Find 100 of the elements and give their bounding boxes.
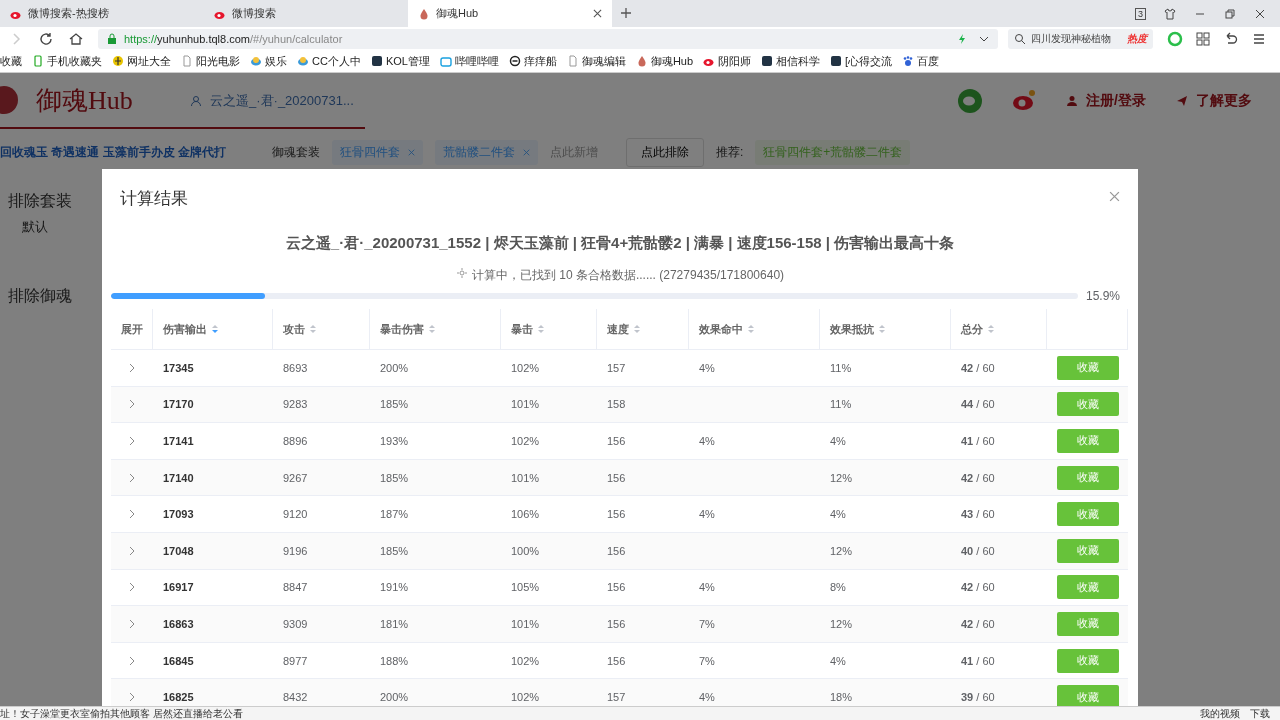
search-icon <box>1014 32 1026 45</box>
bookmark[interactable]: 阴阳师 <box>703 53 752 69</box>
chevron-icon[interactable] <box>127 362 137 373</box>
sort-icon[interactable] <box>747 323 755 335</box>
column-header[interactable]: 效果命中 <box>699 321 743 337</box>
bookmark[interactable]: CC个人中 <box>297 53 361 69</box>
table-cell-text: 156 <box>606 617 627 630</box>
square-icon <box>830 55 843 67</box>
bookmark[interactable]: 网址大全 <box>112 53 171 69</box>
sort-icon[interactable] <box>211 323 219 335</box>
column-header[interactable]: 效果抵抗 <box>830 321 874 337</box>
table-cell-text: 17048 <box>162 544 195 557</box>
bookmark[interactable]: 痒痒船 <box>508 53 557 69</box>
column-header[interactable]: 暴击 <box>511 321 533 337</box>
browser-tab[interactable]: 微博搜索-热搜榜 <box>0 0 204 27</box>
sort-icon[interactable] <box>428 323 436 335</box>
tab-count[interactable]: 3 <box>1135 7 1146 20</box>
sort-icon[interactable] <box>309 323 317 335</box>
folder-item[interactable]: 默认 <box>22 218 48 236</box>
table-cell-text: 157 <box>606 361 627 374</box>
bookmark[interactable]: 阳光电影 <box>181 53 240 69</box>
bookmark[interactable]: 御魂Hub <box>635 53 694 69</box>
bookmark[interactable]: 哔哩哔哩 <box>439 53 499 69</box>
user-icon[interactable] <box>1066 95 1079 107</box>
table-cell-text: 44 / 60 <box>960 398 996 411</box>
reload-icon[interactable] <box>38 30 54 47</box>
table-cell-text: 42 / 60 <box>960 361 996 374</box>
table-cell-text: 191% <box>379 581 410 594</box>
column-header[interactable]: 攻击 <box>283 321 305 337</box>
grid-icon[interactable] <box>1195 30 1211 47</box>
user-name[interactable]: 云之遥_·君·_20200731... <box>210 92 354 110</box>
bookmark[interactable]: 御魂编辑 <box>566 53 626 69</box>
progress-reading: 15.9% <box>1085 289 1120 303</box>
site-logo[interactable]: 御魂Hub <box>36 82 133 118</box>
chat-icon[interactable] <box>958 89 983 113</box>
close-icon[interactable] <box>1254 7 1266 20</box>
table-cell-text: 100% <box>510 544 541 557</box>
shirt-icon[interactable] <box>1164 7 1176 20</box>
chevron-icon[interactable] <box>127 655 137 666</box>
download-link[interactable]: 下载 <box>1250 707 1270 720</box>
bookmark[interactable]: 收藏 <box>0 53 22 69</box>
table-cell-text: 8432 <box>282 691 309 704</box>
bookmark[interactable]: 手机收藏夹 <box>32 53 102 69</box>
lightning-icon[interactable] <box>956 32 968 45</box>
browser-tab[interactable]: 微博搜索 <box>204 0 408 27</box>
chevron-icon[interactable] <box>127 582 137 593</box>
table-cell-text: 17170 <box>162 398 195 411</box>
sort-icon[interactable] <box>537 323 545 335</box>
search-field[interactable]: 四川发现神秘植物 热度 <box>1008 28 1153 49</box>
browser-tab[interactable]: 御魂Hub <box>408 0 612 27</box>
bookmark[interactable]: 相信科学 <box>761 53 821 69</box>
table-cell-text: 17093 <box>162 508 195 521</box>
column-header[interactable]: 暴击伤害 <box>380 321 424 337</box>
column-header[interactable]: 速度 <box>607 321 629 337</box>
restore-icon[interactable] <box>1224 7 1236 20</box>
news-ticker[interactable]: 址！女子澡堂更衣室偷拍其他顾客 居然还直播给老公看 <box>0 707 243 720</box>
register-link[interactable]: 注册/登录 <box>1086 92 1146 110</box>
sort-icon[interactable] <box>878 323 886 335</box>
chevron-icon[interactable] <box>127 436 137 446</box>
table-cell-text: 156 <box>606 544 627 557</box>
phone-icon <box>32 55 44 67</box>
table-cell-text: 200% <box>379 691 410 704</box>
close-icon[interactable] <box>593 9 602 18</box>
bookmark[interactable]: [心得交流 <box>830 53 893 69</box>
address-field[interactable]: https://yuhunhub.tql8.com/#/yuhun/calculator <box>98 28 998 49</box>
chevron-icon[interactable] <box>127 472 137 483</box>
chevron-icon[interactable] <box>127 618 137 629</box>
promo-link[interactable]: 回收魂玉 奇遇速通 玉藻前手办皮 金牌代打 <box>0 143 250 161</box>
column-header[interactable]: 伤害输出 <box>163 321 207 337</box>
exclude-button[interactable]: 点此排除 <box>626 137 704 167</box>
video-link[interactable]: 我的视频 <box>1200 707 1240 720</box>
chevron-icon[interactable] <box>127 399 137 410</box>
table-cell-text: 185% <box>379 471 410 484</box>
table-cell-text: 42 / 60 <box>960 617 996 630</box>
bookmark[interactable]: KOL管理 <box>370 53 430 69</box>
table-cell-text: 8% <box>829 581 847 594</box>
chevron-icon[interactable] <box>127 509 137 520</box>
table-cell-text: 9196 <box>282 544 309 557</box>
circle-icon[interactable] <box>1167 30 1183 47</box>
globe-icon <box>112 55 124 67</box>
table-cell-text: 102% <box>510 435 541 447</box>
new-tab-icon[interactable] <box>620 7 632 19</box>
bookmark[interactable]: 百度 <box>902 53 940 69</box>
bookmark[interactable]: 娱乐 <box>250 53 287 69</box>
section-title: 排除御魂 <box>8 286 72 306</box>
chevron-icon[interactable] <box>127 545 137 556</box>
table-cell-text: 4% <box>829 508 847 521</box>
page-icon <box>566 55 579 67</box>
table-cell-text: 17140 <box>162 471 195 484</box>
send-icon[interactable] <box>1176 95 1188 107</box>
learn-more-link[interactable]: 了解更多 <box>1196 92 1252 110</box>
chevron-icon[interactable] <box>127 692 137 703</box>
table-cell-text: 16845 <box>162 654 195 667</box>
table-cell-text: 16825 <box>162 691 195 704</box>
weibo-icon[interactable] <box>1012 89 1037 113</box>
sort-icon[interactable] <box>987 323 995 335</box>
table-cell-text: 8847 <box>282 581 309 594</box>
lock-icon <box>106 32 118 45</box>
sort-icon[interactable] <box>633 323 641 335</box>
column-header[interactable]: 总分 <box>961 321 983 337</box>
